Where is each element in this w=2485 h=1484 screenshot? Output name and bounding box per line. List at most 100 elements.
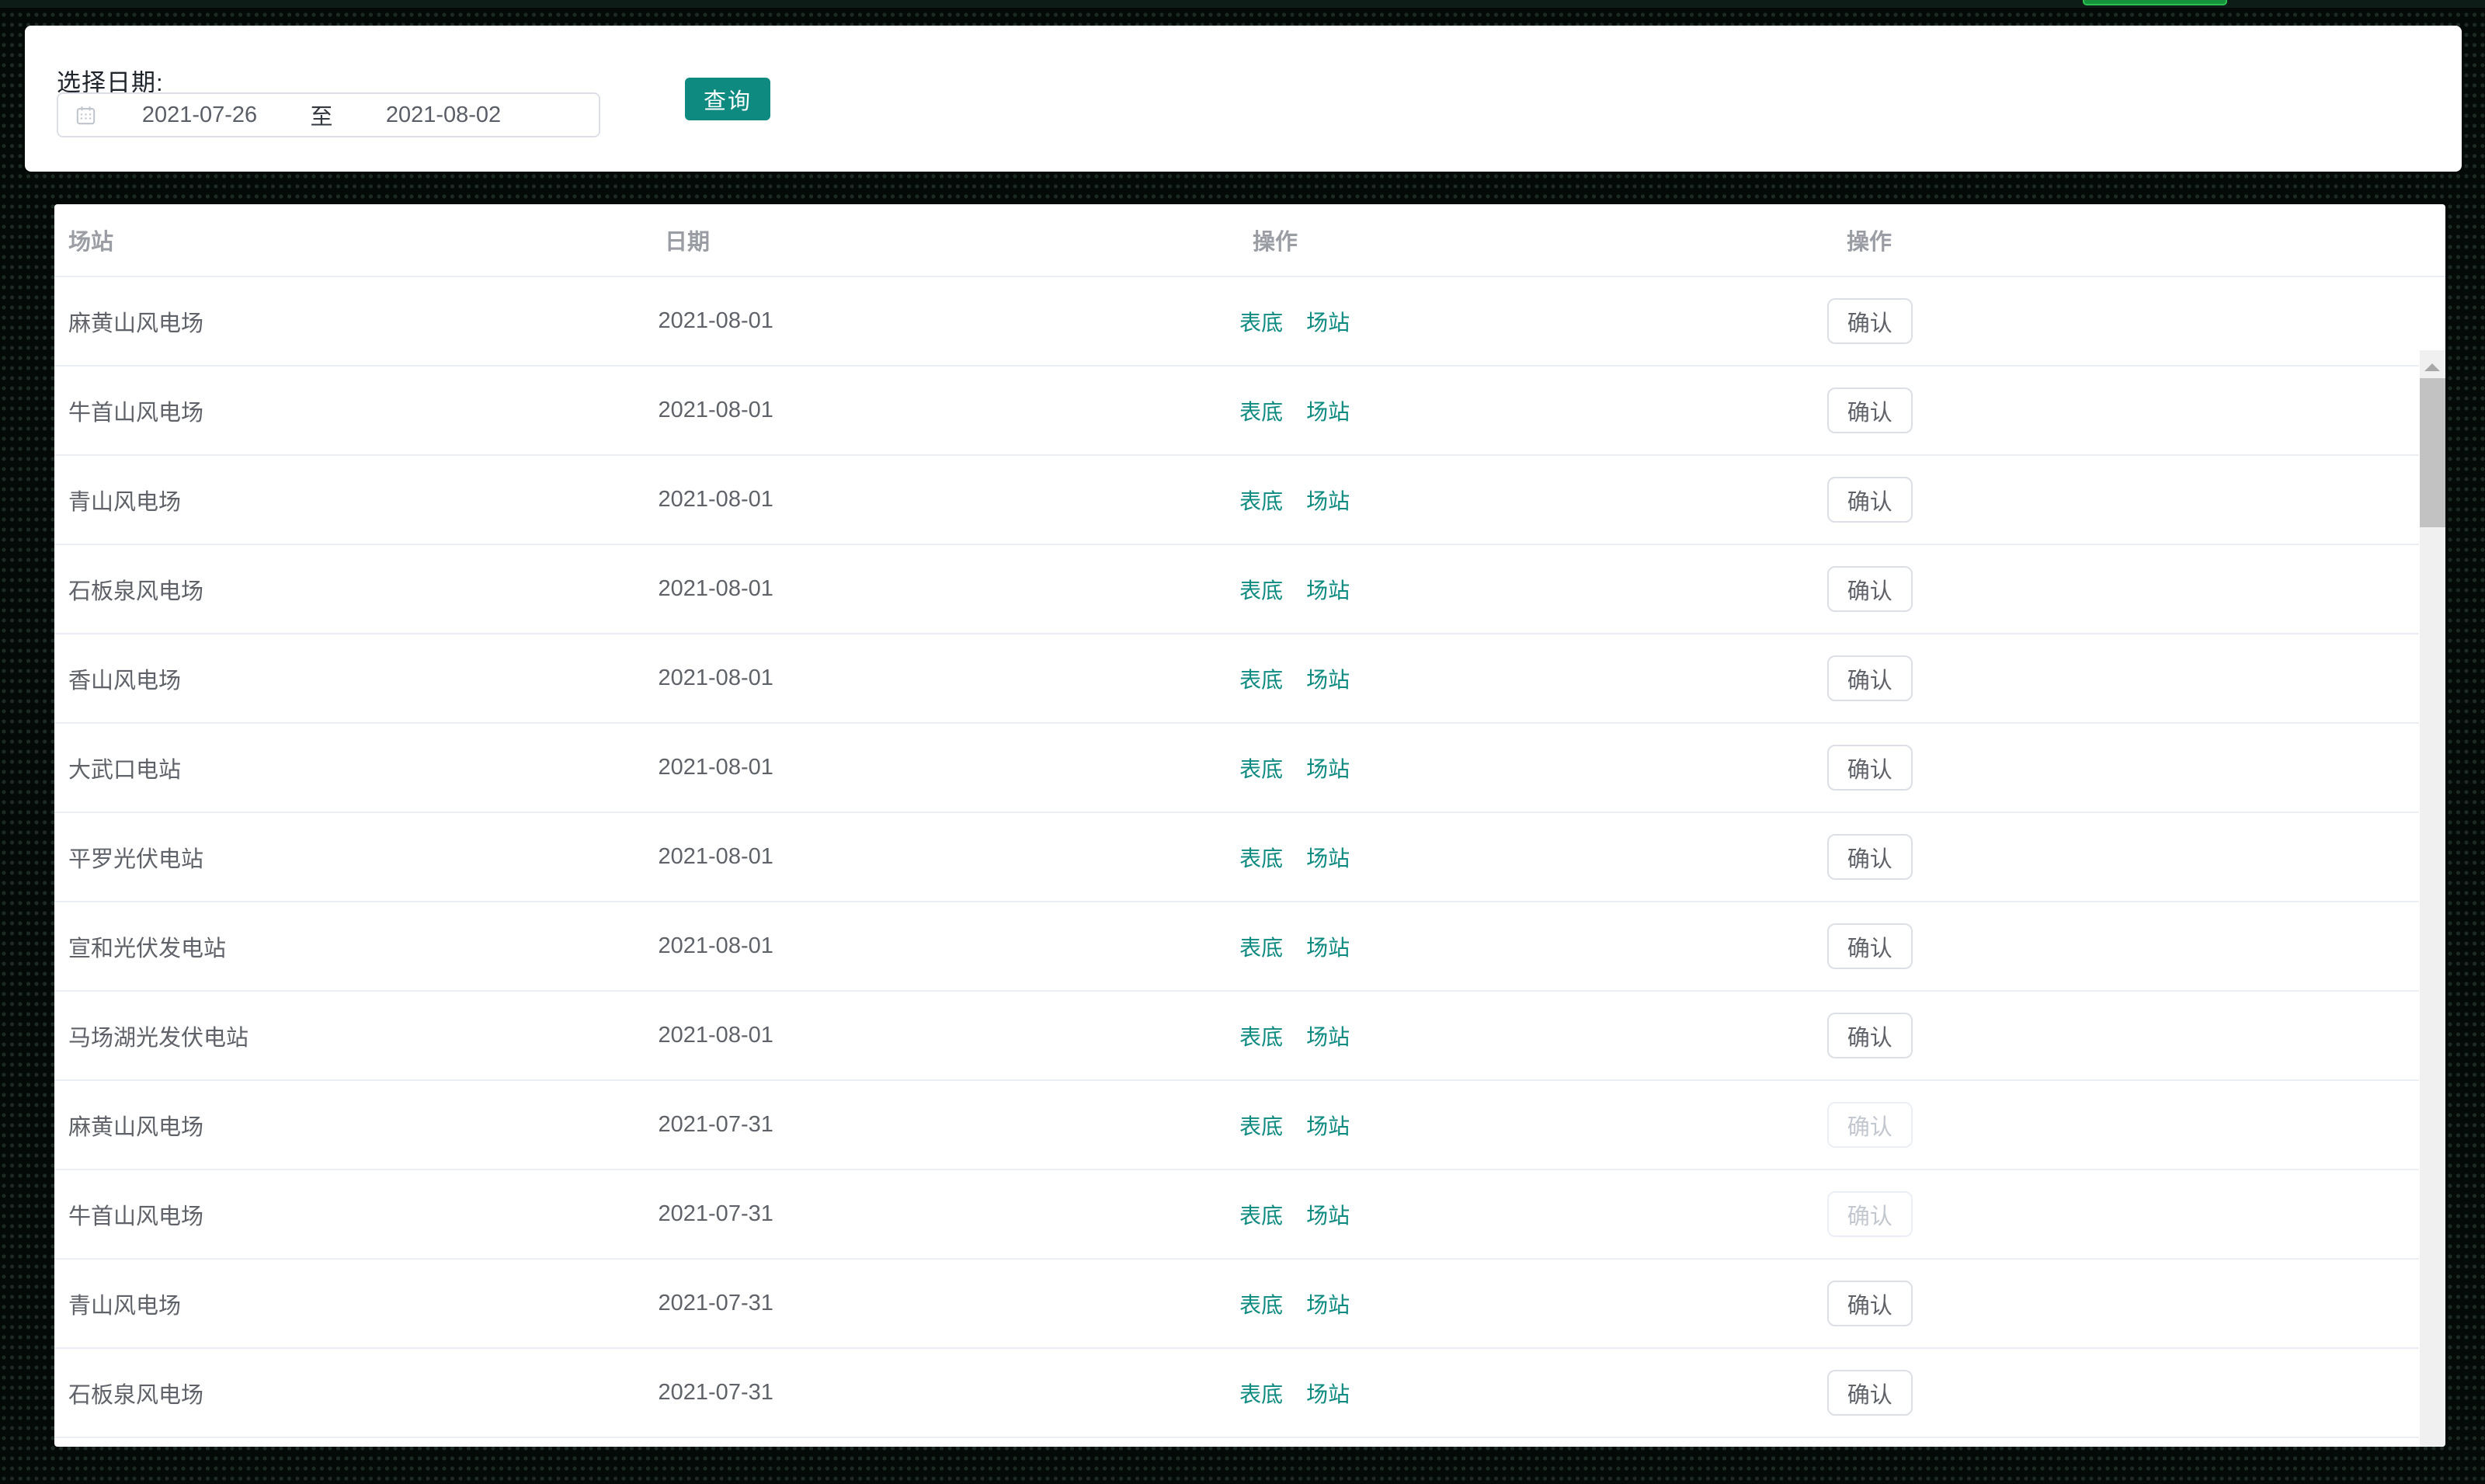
link-table-bottom[interactable]: 表底 — [1239, 485, 1283, 516]
date-range-input[interactable]: 2021-07-26 至 2021-08-02 — [57, 92, 600, 137]
scroll-up-icon[interactable] — [2424, 363, 2440, 371]
row-operation-confirm: 确认 — [1813, 298, 2419, 344]
link-station[interactable]: 场站 — [1306, 1378, 1350, 1409]
row-date: 2021-07-31 — [658, 1380, 773, 1405]
table-row: 宣和光伏发电站 2021-08-01 表底 场站 确认 — [54, 902, 2419, 992]
confirm-button[interactable]: 确认 — [1826, 745, 1913, 791]
confirm-button[interactable]: 确认 — [1826, 477, 1913, 523]
header-operation-links: 操作 — [1253, 230, 1298, 255]
row-operation-confirm: 确认 — [1813, 923, 2419, 969]
station-name: 石板泉风电场 — [68, 579, 204, 604]
confirm-button[interactable]: 确认 — [1826, 298, 1913, 344]
link-table-bottom[interactable]: 表底 — [1239, 842, 1283, 873]
row-operation-links: 表底 场站 — [1225, 306, 1813, 337]
row-operation-links: 表底 场站 — [1225, 1110, 1813, 1141]
link-table-bottom[interactable]: 表底 — [1239, 1110, 1283, 1141]
partial-green-button[interactable] — [2083, 0, 2227, 5]
row-date: 2021-08-01 — [658, 1023, 773, 1048]
link-station[interactable]: 场站 — [1306, 485, 1350, 516]
end-date-value: 2021-08-02 — [385, 102, 502, 127]
table-row: 大武口电站 2021-08-01 表底 场站 确认 — [54, 724, 2419, 813]
header-date: 日期 — [665, 230, 711, 255]
row-date: 2021-08-01 — [658, 844, 773, 869]
link-table-bottom[interactable]: 表底 — [1239, 1378, 1283, 1409]
station-name: 大武口电站 — [68, 757, 182, 783]
link-station[interactable]: 场站 — [1306, 395, 1350, 426]
row-date: 2021-08-01 — [658, 576, 773, 601]
table-row: 平罗光伏电站 2021-08-01 表底 场站 确认 — [54, 813, 2419, 902]
table-row: 牛首山风电场 2021-07-31 表底 场站 确认 — [54, 1170, 2419, 1260]
vertical-scrollbar[interactable] — [2420, 350, 2445, 1447]
row-operation-links: 表底 场站 — [1225, 931, 1813, 962]
row-operation-links: 表底 场站 — [1225, 1020, 1813, 1051]
row-operation-confirm: 确认 — [1813, 834, 2419, 880]
scrollbar-thumb[interactable] — [2420, 378, 2445, 527]
row-operation-confirm: 确认 — [1813, 477, 2419, 523]
link-table-bottom[interactable]: 表底 — [1239, 752, 1283, 784]
row-operation-confirm: 确认 — [1813, 566, 2419, 612]
link-station[interactable]: 场站 — [1306, 1110, 1350, 1141]
row-date: 2021-07-31 — [658, 1291, 773, 1315]
confirm-button[interactable]: 确认 — [1826, 1013, 1913, 1058]
table-row: 石板泉风电场 2021-07-31 表底 场站 确认 — [54, 1349, 2419, 1438]
link-table-bottom[interactable]: 表底 — [1239, 663, 1283, 694]
row-operation-links: 表底 场站 — [1225, 1199, 1813, 1230]
link-station[interactable]: 场站 — [1306, 752, 1350, 784]
table-row: 马场湖光发伏电站 2021-08-01 表底 场站 确认 — [54, 992, 2419, 1081]
station-name: 麻黄山风电场 — [68, 1114, 204, 1140]
link-station[interactable]: 场站 — [1306, 931, 1350, 962]
query-button[interactable]: 查询 — [685, 78, 770, 120]
row-operation-confirm: 确认 — [1813, 1281, 2419, 1326]
link-table-bottom[interactable]: 表底 — [1239, 1288, 1283, 1319]
row-operation-confirm: 确认 — [1813, 655, 2419, 701]
station-name: 青山风电场 — [68, 1293, 182, 1319]
link-table-bottom[interactable]: 表底 — [1239, 1199, 1283, 1230]
confirm-button[interactable]: 确认 — [1826, 566, 1913, 612]
confirm-button[interactable]: 确认 — [1826, 923, 1913, 969]
confirm-button: 确认 — [1826, 1102, 1913, 1148]
row-operation-confirm: 确认 — [1813, 1102, 2419, 1148]
link-station[interactable]: 场站 — [1306, 1199, 1350, 1230]
app-root: { "colors": { "accent": "#0e8a80", "gree… — [0, 0, 2485, 1484]
confirm-button[interactable]: 确认 — [1826, 388, 1913, 433]
link-table-bottom[interactable]: 表底 — [1239, 1020, 1283, 1051]
row-operation-links: 表底 场站 — [1225, 1288, 1813, 1319]
row-date: 2021-08-01 — [658, 755, 773, 780]
link-table-bottom[interactable]: 表底 — [1239, 931, 1283, 962]
station-name: 牛首山风电场 — [68, 1204, 204, 1229]
row-operation-links: 表底 场站 — [1225, 752, 1813, 784]
row-operation-links: 表底 场站 — [1225, 842, 1813, 873]
row-date: 2021-07-31 — [658, 1201, 773, 1226]
confirm-button[interactable]: 确认 — [1826, 834, 1913, 880]
row-operation-confirm: 确认 — [1813, 1013, 2419, 1058]
header-station: 场站 — [68, 230, 114, 255]
row-date: 2021-08-01 — [658, 666, 773, 690]
link-station[interactable]: 场站 — [1306, 574, 1350, 605]
confirm-button[interactable]: 确认 — [1826, 1370, 1913, 1416]
link-station[interactable]: 场站 — [1306, 306, 1350, 337]
row-operation-confirm: 确认 — [1813, 388, 2419, 433]
confirm-button[interactable]: 确认 — [1826, 655, 1913, 701]
row-date: 2021-08-01 — [658, 933, 773, 958]
link-station[interactable]: 场站 — [1306, 842, 1350, 873]
link-station[interactable]: 场站 — [1306, 663, 1350, 694]
table-row: 麻黄山风电场 2021-07-31 表底 场站 确认 — [54, 1081, 2419, 1170]
station-name: 宣和光伏发电站 — [68, 936, 227, 961]
table-row: 青山风电场 2021-07-31 表底 场站 确认 — [54, 1260, 2419, 1349]
station-name: 石板泉风电场 — [68, 1382, 204, 1408]
date-filter-panel: 选择日期: 2021-07-26 至 2021-08-02 查询 — [25, 26, 2462, 172]
row-operation-links: 表底 场站 — [1225, 485, 1813, 516]
link-table-bottom[interactable]: 表底 — [1239, 574, 1283, 605]
table-row: 石板泉风电场 2021-08-01 表底 场站 确认 — [54, 545, 2419, 634]
link-table-bottom[interactable]: 表底 — [1239, 306, 1283, 337]
station-name: 马场湖光发伏电站 — [68, 1025, 249, 1051]
station-name: 麻黄山风电场 — [68, 311, 204, 336]
link-station[interactable]: 场站 — [1306, 1020, 1350, 1051]
table-row: 香山风电场 2021-08-01 表底 场站 确认 — [54, 634, 2419, 724]
link-station[interactable]: 场站 — [1306, 1288, 1350, 1319]
row-operation-confirm: 确认 — [1813, 745, 2419, 791]
station-name: 青山风电场 — [68, 489, 182, 515]
row-date: 2021-08-01 — [658, 487, 773, 512]
confirm-button[interactable]: 确认 — [1826, 1281, 1913, 1326]
link-table-bottom[interactable]: 表底 — [1239, 395, 1283, 426]
